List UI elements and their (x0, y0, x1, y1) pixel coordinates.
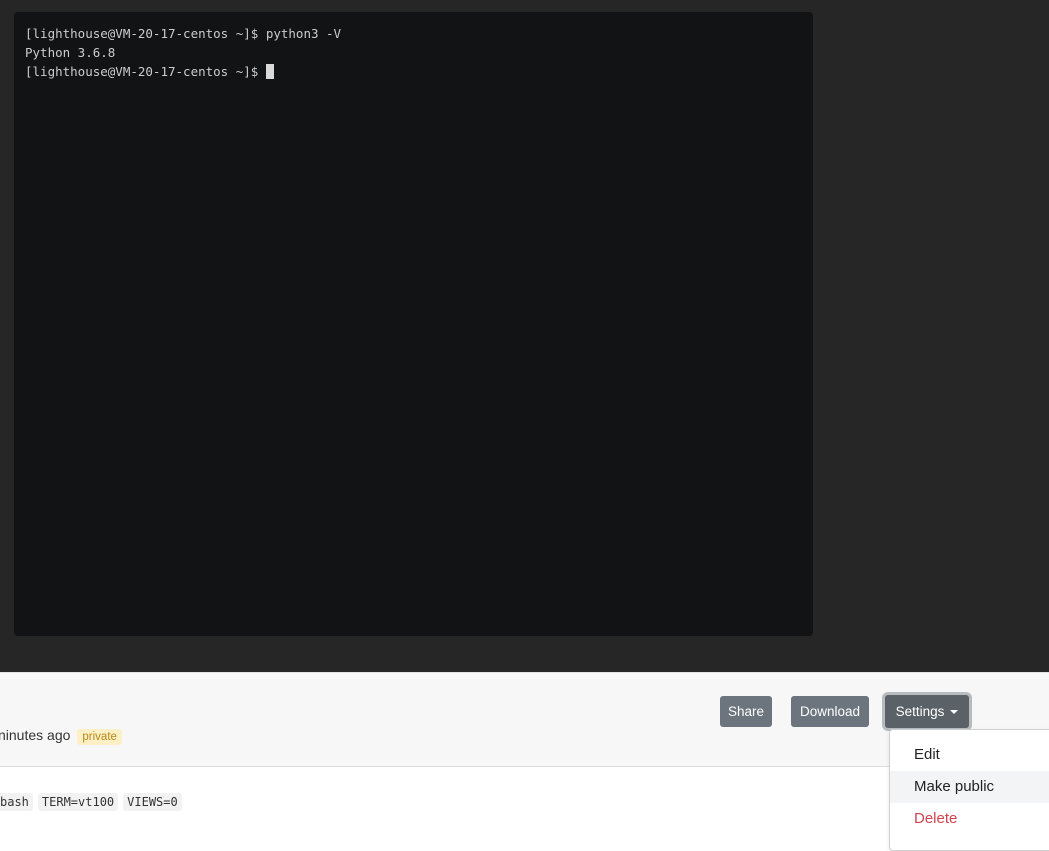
terminal-prompt: [lighthouse@VM-20-17-centos ~]$ (25, 64, 266, 79)
terminal-line: [lighthouse@VM-20-17-centos ~]$ (25, 62, 813, 81)
download-button[interactable]: Download (791, 696, 869, 727)
menu-item-delete[interactable]: Delete (890, 803, 1049, 835)
player-area: [lighthouse@VM-20-17-centos ~]$ python3 … (0, 0, 1049, 672)
terminal-line: Python 3.6.8 (25, 45, 116, 60)
recorded-time: ninutes ago (0, 727, 71, 743)
tag-views: VIEWS=0 (123, 793, 182, 811)
recording-meta: ninutes ago private (0, 727, 122, 745)
settings-dropdown-button[interactable]: Settings (885, 695, 969, 728)
terminal-cursor (265, 64, 274, 79)
settings-button-label: Settings (895, 704, 945, 719)
tag-term: TERM=vt100 (37, 793, 119, 811)
terminal-line: [lighthouse@VM-20-17-centos ~]$ python3 … (25, 26, 342, 41)
visibility-badge: private (77, 729, 122, 745)
share-button[interactable]: Share (720, 696, 772, 727)
tag-list: bash TERM=vt100 VIEWS=0 (0, 793, 182, 811)
settings-menu: Edit Make public Delete (889, 729, 1049, 851)
menu-item-make-public[interactable]: Make public (890, 771, 1049, 803)
caret-down-icon (950, 710, 959, 714)
menu-item-edit[interactable]: Edit (890, 739, 1049, 771)
tag-shell: bash (0, 793, 33, 811)
terminal-screen[interactable]: [lighthouse@VM-20-17-centos ~]$ python3 … (14, 12, 813, 636)
